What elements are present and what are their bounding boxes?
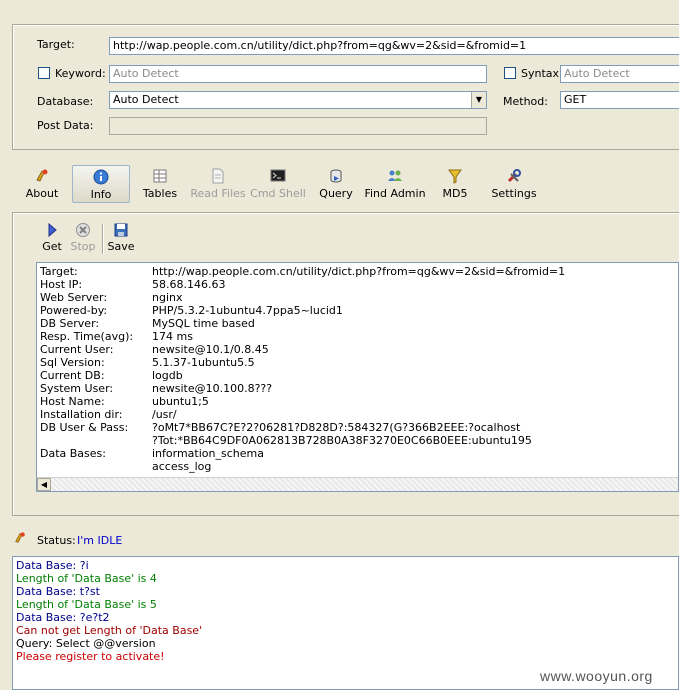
cmd-shell-icon [269, 167, 287, 185]
toolbar-find-admin-label: Find Admin [364, 187, 426, 200]
stop-button[interactable]: Stop [70, 222, 96, 256]
read-files-icon [209, 167, 227, 185]
info-value: information_schema [152, 447, 264, 460]
info-value: ?oMt7*BB67C?E?2?06281?D828D?:584327(G?36… [152, 421, 521, 434]
status-icon [13, 531, 27, 548]
toolbar-settings-label: Settings [491, 187, 537, 200]
toolbar-find-admin-button[interactable]: Find Admin [364, 165, 426, 203]
get-button[interactable]: Get [40, 222, 64, 256]
log-line: Length of 'Data Base' is 5 [16, 598, 157, 611]
syntax-label: Syntax: [521, 67, 563, 80]
method-label: Method: [503, 95, 548, 108]
log-line: Data Base: ?e?t2 [16, 611, 110, 624]
toolbar-settings-button[interactable]: Settings [491, 165, 537, 203]
stop-icon [76, 223, 90, 237]
info-value: 5.1.37-1ubuntu5.5 [152, 356, 255, 369]
info-value: 58.68.146.63 [152, 278, 226, 291]
info-value: http://wap.people.com.cn/utility/dict.ph… [152, 265, 566, 278]
toolbar-cmd-shell-button[interactable]: Cmd Shell [250, 165, 306, 203]
md5-icon [446, 167, 464, 185]
toolbar-read-files-button[interactable]: Read Files [190, 165, 246, 203]
info-value: newsite@10.1/0.8.45 [152, 343, 269, 356]
syntax-input[interactable]: Auto Detect [560, 65, 679, 83]
info-key: System User: [40, 382, 114, 395]
info-output-box[interactable]: Target: http://wap.people.com.cn/utility/… [36, 262, 679, 492]
info-value: logdb [152, 369, 183, 382]
about-icon [33, 167, 51, 185]
floppy-disk-icon [114, 223, 128, 237]
subtoolbar-divider [102, 224, 103, 254]
info-key: Resp. Time(avg): [40, 330, 134, 343]
keyword-input[interactable]: Auto Detect [109, 65, 487, 83]
toolbar-about-label: About [25, 187, 59, 200]
find-admin-icon [386, 167, 404, 185]
keyword-checkbox[interactable] [38, 67, 50, 79]
postdata-input[interactable] [109, 117, 487, 135]
save-button[interactable]: Save [107, 222, 135, 256]
log-line: Length of 'Data Base' is 4 [16, 572, 157, 585]
keyword-label: Keyword: [55, 67, 106, 80]
toolbar-read-files-label: Read Files [190, 187, 246, 200]
info-value: nginx [152, 291, 183, 304]
database-label: Database: [37, 95, 94, 108]
database-selected-value: Auto Detect [113, 93, 179, 106]
save-label: Save [107, 240, 135, 253]
scroll-left-arrow-icon[interactable]: ◀ [37, 478, 51, 491]
info-key: Current DB: [40, 369, 105, 382]
log-line: Data Base: t?st [16, 585, 100, 598]
info-key: Powered-by: [40, 304, 108, 317]
method-input[interactable]: GET [560, 91, 679, 109]
log-line: Query: Select @@version [16, 637, 156, 650]
watermark-text: www.wooyun.org [540, 668, 653, 684]
log-line: Data Base: ?i [16, 559, 89, 572]
toolbar-tables-label: Tables [142, 187, 178, 200]
target-input[interactable]: http://wap.people.com.cn/utility/dict.ph… [109, 37, 679, 55]
info-value: PHP/5.3.2-1ubuntu4.7ppa5~lucid1 [152, 304, 343, 317]
toolbar-md5-button[interactable]: MD5 [439, 165, 471, 203]
info-value: /usr/ [152, 408, 177, 421]
target-label: Target: [37, 38, 75, 51]
info-key: Sql Version: [40, 356, 105, 369]
query-icon [327, 167, 345, 185]
toolbar-about-button[interactable]: About [24, 165, 60, 203]
info-value: ?Tot:*BB64C9DF0A062813B728B0A38F3270E0C6… [152, 434, 532, 447]
postdata-label: Post Data: [37, 119, 94, 132]
status-value: I'm IDLE [77, 534, 123, 547]
info-key: Current User: [40, 343, 114, 356]
info-key: Host Name: [40, 395, 105, 408]
log-line: Can not get Length of 'Data Base' [16, 624, 203, 637]
toolbar-md5-label: MD5 [442, 187, 468, 200]
settings-icon [505, 167, 523, 185]
info-key: Installation dir: [40, 408, 123, 421]
tables-icon [151, 167, 169, 185]
database-select[interactable]: Auto Detect ▼ [109, 91, 487, 109]
log-line: Please register to activate! [16, 650, 165, 663]
info-key: Target: [40, 265, 78, 278]
toolbar-tables-button[interactable]: Tables [142, 165, 178, 203]
status-label: Status: [37, 534, 76, 547]
info-horizontal-scrollbar[interactable]: ◀ [37, 477, 678, 491]
info-key: Host IP: [40, 278, 83, 291]
info-key: DB Server: [40, 317, 100, 330]
chevron-down-icon[interactable]: ▼ [471, 92, 486, 108]
info-value: newsite@10.100.8??? [152, 382, 273, 395]
info-value: 174 ms [152, 330, 193, 343]
stop-label: Stop [70, 240, 96, 253]
info-key: DB User & Pass: [40, 421, 129, 434]
toolbar-cmd-shell-label: Cmd Shell [250, 187, 306, 200]
info-icon [92, 168, 110, 186]
syntax-checkbox[interactable] [504, 67, 516, 79]
toolbar-query-label: Query [319, 187, 353, 200]
toolbar-info-button[interactable]: Info [72, 165, 130, 203]
info-value: MySQL time based [152, 317, 255, 330]
get-label: Get [42, 240, 62, 253]
info-key: Data Bases: [40, 447, 106, 460]
info-value: access_log [152, 460, 212, 473]
info-value: ubuntu1;5 [152, 395, 209, 408]
toolbar-query-button[interactable]: Query [318, 165, 354, 203]
play-icon [48, 222, 57, 238]
toolbar-info-label: Info [90, 188, 112, 201]
info-key: Web Server: [40, 291, 108, 304]
